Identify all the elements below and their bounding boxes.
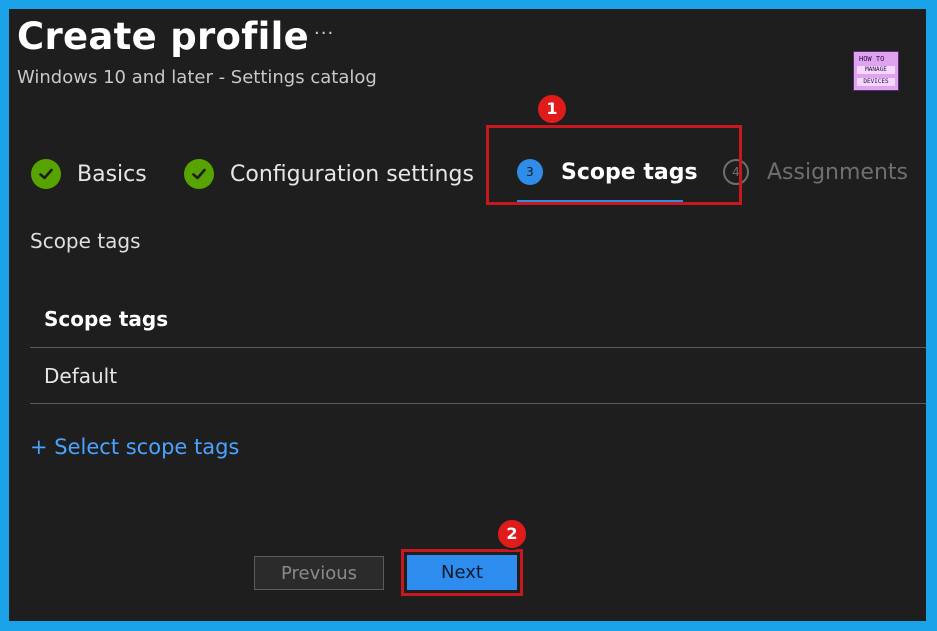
create-profile-blade: Create profile ··· Windows 10 and later …: [9, 9, 926, 621]
logo-text-line1: HOW TO: [859, 55, 885, 63]
select-scope-tags-link[interactable]: + Select scope tags: [30, 435, 239, 459]
annotation-highlight-scope-tags: [486, 125, 742, 205]
section-heading: Scope tags: [30, 229, 141, 253]
previous-button[interactable]: Previous: [254, 556, 384, 590]
check-icon: [184, 159, 214, 189]
step-basics[interactable]: Basics: [31, 159, 147, 189]
page-title: Create profile: [17, 15, 310, 58]
step-configuration-settings[interactable]: Configuration settings: [184, 159, 474, 189]
next-button[interactable]: Next: [407, 555, 517, 590]
scope-tags-table: Scope tags Default: [30, 291, 926, 404]
annotation-badge-1: 1: [536, 93, 568, 125]
page-subtitle: Windows 10 and later - Settings catalog: [17, 67, 377, 88]
step-assignments: 4 Assignments: [723, 159, 908, 185]
check-icon: [31, 159, 61, 189]
step-label: Basics: [77, 161, 147, 187]
how-to-manage-devices-logo: HOW TO MANAGE DEVICES: [853, 51, 899, 91]
table-header: Scope tags: [30, 291, 926, 348]
table-row[interactable]: Default: [30, 348, 926, 404]
annotation-badge-2: 2: [496, 518, 528, 550]
logo-text-line2: MANAGE: [857, 66, 895, 74]
step-label: Assignments: [767, 159, 908, 185]
step-label: Configuration settings: [230, 161, 474, 187]
more-options-icon[interactable]: ···: [314, 23, 334, 44]
logo-text-line3: DEVICES: [857, 78, 895, 86]
